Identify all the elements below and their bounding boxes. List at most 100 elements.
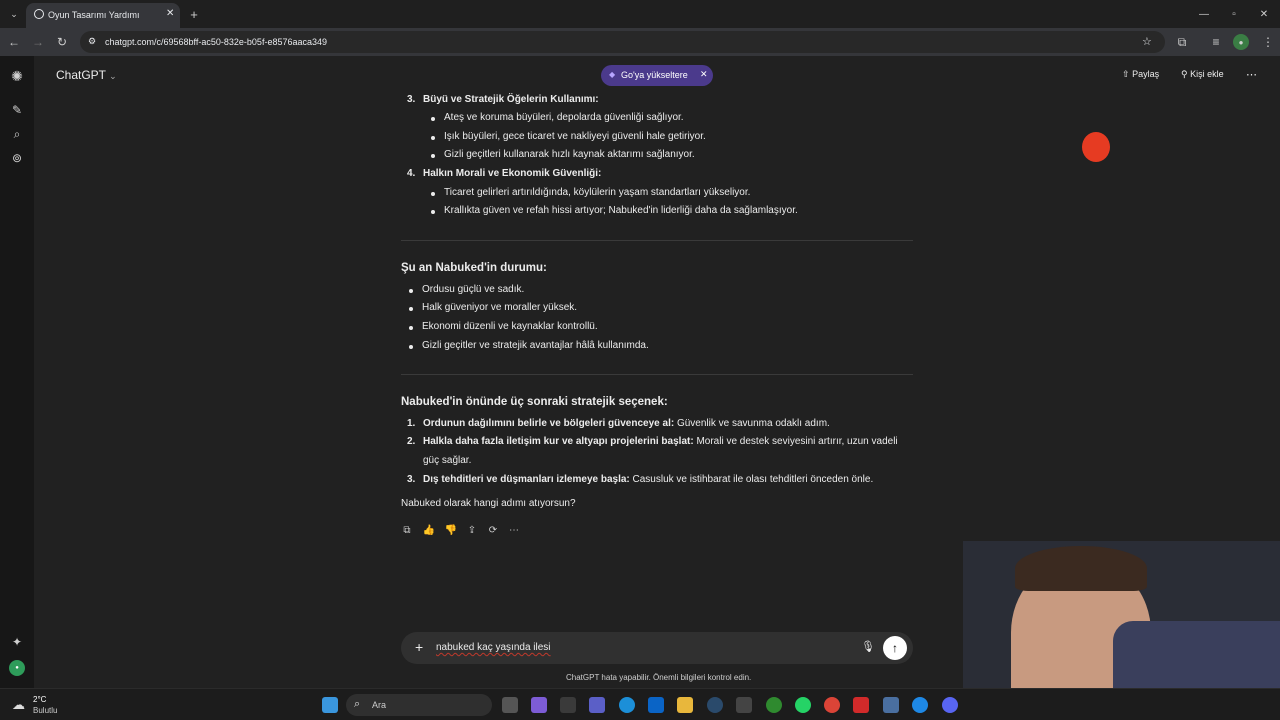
minimize-icon[interactable]: —: [1196, 6, 1212, 22]
outlook-icon[interactable]: [648, 697, 664, 713]
share-button[interactable]: ⇧ Paylaş: [1122, 69, 1159, 80]
weather-desc: Bulutlu: [33, 706, 58, 715]
cloud-icon: ☁: [12, 697, 25, 712]
address-bar[interactable]: ⚙ chatgpt.com/c/69568bff-ac50-832e-b05f-…: [80, 31, 1165, 53]
tab-close-icon[interactable]: ✕: [166, 8, 174, 19]
start-icon[interactable]: [322, 697, 338, 713]
wps-icon[interactable]: [853, 697, 869, 713]
browser-tab[interactable]: Oyun Tasarımı Yardımı ✕: [26, 3, 180, 28]
teams-icon[interactable]: [589, 697, 605, 713]
upgrade-label: Go'ya yükseltere: [621, 70, 688, 80]
tab-search-icon[interactable]: ⌄: [6, 6, 22, 22]
discord-icon[interactable]: [942, 697, 958, 713]
list-item: Gizli geçitler ve stratejik avantajlar h…: [422, 340, 649, 351]
search-icon: ⌕: [354, 698, 361, 710]
extensions-icon[interactable]: ⧉: [1174, 34, 1190, 50]
openai-logo-icon[interactable]: ✺: [9, 68, 25, 84]
chrome-active-icon[interactable]: [912, 697, 928, 713]
list-item: Gizli geçitleri kullanarak hızlı kaynak …: [444, 149, 695, 160]
share-icon: ⇧: [1122, 69, 1130, 79]
webcam-hair: [1015, 546, 1147, 591]
person-icon: ⚲: [1181, 69, 1188, 79]
option-text: Güvenlik ve savunma odaklı adım.: [674, 418, 830, 429]
apps-icon[interactable]: [736, 697, 752, 713]
network-app-icon[interactable]: [883, 697, 899, 713]
list-item: Ateş ve koruma büyüleri, depolarda güven…: [444, 112, 684, 123]
forward-icon[interactable]: →: [30, 34, 46, 50]
regenerate-icon[interactable]: ⟳: [486, 523, 500, 537]
bullet-dot: [431, 192, 435, 196]
site-info-icon[interactable]: ⚙: [88, 36, 96, 47]
bullet-dot: [431, 117, 435, 121]
option-item: Dış tehditleri ve düşmanları izlemeye ba…: [423, 474, 873, 485]
message-input[interactable]: nabuked kaç yaşında ilesi: [436, 642, 551, 653]
bullet-dot: [431, 136, 435, 140]
model-selector[interactable]: ChatGPT ⌄: [56, 68, 117, 82]
thumbs-down-icon[interactable]: 👎: [444, 523, 458, 537]
new-tab-icon[interactable]: +: [186, 6, 202, 22]
option-bold: Ordunun dağılımını belirle ve bölgeleri …: [423, 418, 675, 429]
option-text: Morali ve destek seviyesini artırır, uzu…: [693, 436, 898, 447]
search-icon[interactable]: ⌕: [9, 126, 25, 142]
terminal-icon[interactable]: [560, 697, 576, 713]
section-heading: Nabuked'in önünde üç sonraki stratejik s…: [401, 396, 668, 408]
edge-icon[interactable]: [619, 697, 635, 713]
list-number: 4.: [407, 168, 416, 179]
thumbs-up-icon[interactable]: 👍: [422, 523, 436, 537]
browser-menu-icon[interactable]: ⋮: [1260, 34, 1276, 50]
list-item: Halk güveniyor ve moraller yüksek.: [422, 302, 578, 313]
add-person-button[interactable]: ⚲ Kişi ekle: [1181, 69, 1224, 80]
explorer-icon[interactable]: [677, 697, 693, 713]
bookmark-star-icon[interactable]: ☆: [1142, 35, 1152, 48]
media-icon[interactable]: ≡: [1208, 34, 1224, 50]
bullet-dot: [409, 345, 413, 349]
back-icon[interactable]: ←: [6, 34, 22, 50]
close-window-icon[interactable]: ✕: [1256, 6, 1272, 22]
taskbar-search-label: Ara: [372, 700, 387, 710]
share-message-icon[interactable]: ⇪: [465, 523, 479, 537]
divider: [401, 374, 913, 375]
attach-plus-icon[interactable]: +: [415, 639, 423, 655]
browser-tab-bar: ⌄ Oyun Tasarımı Yardımı ✕ + — ▫ ✕: [0, 0, 1280, 28]
taskbar-search[interactable]: ⌕ Ara: [346, 694, 492, 716]
more-actions-icon[interactable]: ⋯: [507, 523, 521, 537]
add-person-label: Kişi ekle: [1190, 69, 1224, 79]
question-text: Nabuked olarak hangi adımı atıyorsun?: [401, 498, 576, 509]
library-icon[interactable]: ⊚: [9, 150, 25, 166]
red-feather-logo: [1082, 132, 1110, 162]
tab-title: Oyun Tasarımı Yardımı: [48, 10, 140, 20]
list-number: 2.: [407, 436, 416, 447]
chevron-down-icon: ⌄: [109, 71, 117, 81]
list-number: 1.: [407, 418, 416, 429]
list-item: Işık büyüleri, gece ticaret ve nakliyeyi…: [444, 131, 706, 142]
copy-icon[interactable]: ⧉: [400, 523, 414, 537]
list-item: Krallıkta güven ve refah hissi artıyor; …: [444, 205, 798, 216]
option-bold: Dış tehditleri ve düşmanları izlemeye ba…: [423, 474, 630, 485]
steam-icon[interactable]: [707, 697, 723, 713]
list-item: Ticaret gelirleri artırıldığında, köylül…: [444, 187, 751, 198]
reload-icon[interactable]: ↻: [54, 34, 70, 50]
task-view-icon[interactable]: [502, 697, 518, 713]
xbox-icon[interactable]: [766, 697, 782, 713]
copilot-icon[interactable]: [531, 697, 547, 713]
tab-favicon-icon: [34, 9, 44, 19]
new-chat-icon[interactable]: ✎: [9, 102, 25, 118]
weather-temp: 2°C: [33, 695, 47, 704]
option-item: Ordunun dağılımını belirle ve bölgeleri …: [423, 418, 830, 429]
sidebar: ✺ ✎ ⌕ ⊚ ✦ ●: [0, 56, 34, 688]
user-avatar[interactable]: ●: [9, 660, 25, 676]
divider: [401, 240, 913, 241]
sparkle-icon[interactable]: ✦: [9, 634, 25, 650]
profile-avatar[interactable]: ●: [1233, 34, 1249, 50]
diamond-icon: ◆: [609, 70, 616, 79]
microphone-icon[interactable]: 🎙: [861, 640, 875, 653]
maximize-icon[interactable]: ▫: [1226, 6, 1242, 22]
upgrade-pill[interactable]: ◆ Go'ya yükseltere ✕: [601, 65, 713, 86]
more-options-icon[interactable]: ⋯: [1246, 68, 1257, 81]
send-button[interactable]: ↑: [883, 636, 907, 660]
option-text-cont: güç sağlar.: [423, 455, 472, 466]
chrome-icon[interactable]: [824, 697, 840, 713]
whatsapp-icon[interactable]: [795, 697, 811, 713]
upgrade-close-icon[interactable]: ✕: [700, 69, 708, 80]
option-text: Casusluk ve istihbarat ile olası tehditl…: [629, 474, 874, 485]
